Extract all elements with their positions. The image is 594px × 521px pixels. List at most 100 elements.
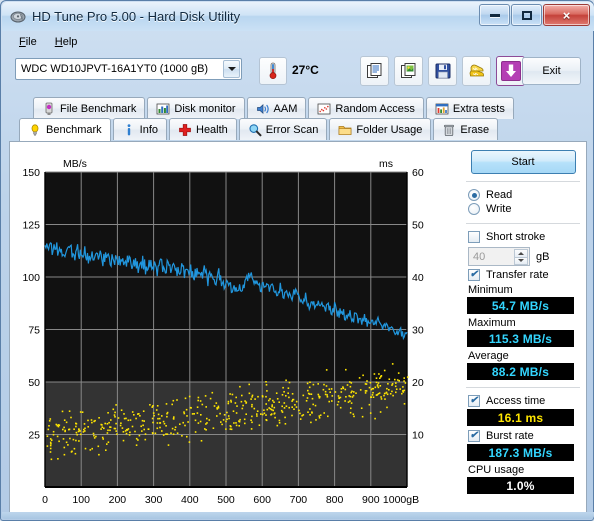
svg-text:30: 30 [412, 325, 424, 337]
radio-read[interactable]: Read [462, 188, 584, 202]
svg-text:100: 100 [22, 272, 40, 284]
menu-help[interactable]: Help [46, 34, 87, 50]
thermometer-icon [265, 62, 281, 80]
access-time-checkbox[interactable]: ✔ [468, 395, 480, 407]
access-time-label: Access time [486, 395, 545, 407]
tab-error-scan[interactable]: Error Scan [239, 118, 328, 140]
svg-text:700: 700 [290, 494, 308, 506]
average-label: Average [462, 350, 584, 362]
transfer-rate-label: Transfer rate [486, 269, 549, 281]
title-bar: HD Tune Pro 5.00 - Hard Disk Utility × [2, 2, 594, 31]
drive-select-value: WDC WD10JPVT-16A1YT0 (1000 gB) [16, 63, 208, 75]
tab-erase[interactable]: Erase [433, 118, 498, 140]
checkbox-burst-rate[interactable]: ✔ Burst rate [462, 429, 584, 443]
minimize-icon [490, 14, 500, 17]
tab-health[interactable]: Health [169, 118, 237, 140]
copy-image-button[interactable] [394, 56, 423, 86]
tab-disk-monitor[interactable]: Disk monitor [147, 97, 244, 119]
download-button[interactable] [496, 56, 525, 86]
short-stroke-size-row: 40 gB [462, 244, 584, 268]
speaker-icon [256, 102, 270, 116]
lightbulb-icon [28, 123, 42, 137]
radio-read-label: Read [486, 189, 512, 201]
svg-text:75: 75 [28, 325, 40, 337]
tab-row-upper: File Benchmark Disk monitor [33, 97, 516, 119]
burst-rate-checkbox[interactable]: ✔ [468, 430, 480, 442]
benchmark-panel: MB/sms2550751001251501020304050600100200… [9, 141, 587, 513]
trash-icon [442, 123, 456, 137]
svg-text:40: 40 [412, 272, 424, 284]
short-stroke-checkbox[interactable]: ✔ [468, 231, 480, 243]
tab-aam[interactable]: AAM [247, 97, 307, 119]
tab-extra-tests[interactable]: Extra tests [426, 97, 514, 119]
tab-label: Random Access [335, 103, 414, 115]
svg-text:600: 600 [253, 494, 271, 506]
benchmark-sidebar: Start Read Write ✔ Short stroke 40 [462, 146, 584, 497]
minimum-label: Minimum [462, 284, 584, 296]
svg-text:500: 500 [217, 494, 235, 506]
magnifier-icon [248, 123, 262, 137]
maximize-button[interactable] [511, 4, 542, 26]
floppy-save-icon [434, 62, 452, 80]
tools-button[interactable] [462, 56, 491, 86]
close-button[interactable]: × [543, 4, 590, 26]
short-stroke-input[interactable]: 40 [468, 247, 530, 266]
svg-text:900: 900 [362, 494, 380, 506]
extra-tests-icon [435, 102, 449, 116]
radio-read-indicator[interactable] [468, 189, 480, 201]
short-stroke-label: Short stroke [486, 231, 545, 243]
checkbox-short-stroke[interactable]: ✔ Short stroke [462, 230, 584, 244]
exit-button[interactable]: Exit [522, 57, 581, 85]
menu-bar: FFileile Help [2, 31, 594, 52]
short-stroke-unit: gB [536, 251, 549, 263]
tab-random-access[interactable]: Random Access [308, 97, 423, 119]
toolbar: WDC WD10JPVT-16A1YT0 (1000 gB) 27°C [2, 52, 594, 95]
copy-text-button[interactable] [360, 56, 389, 86]
status-bar [2, 512, 594, 519]
tab-strip: File Benchmark Disk monitor [9, 97, 587, 141]
minimize-button[interactable] [479, 4, 510, 26]
tab-file-benchmark[interactable]: File Benchmark [33, 97, 145, 119]
radio-write-indicator[interactable] [468, 203, 480, 215]
shoes-icon [468, 62, 486, 80]
tab-benchmark[interactable]: Benchmark [19, 118, 111, 141]
tab-label: AAM [274, 103, 298, 115]
checkbox-access-time[interactable]: ✔ Access time [462, 394, 584, 408]
access-time-value: 16.1 ms [467, 409, 574, 426]
checkbox-transfer-rate[interactable]: ✔ Transfer rate [462, 268, 584, 282]
tab-row-lower: Benchmark Info Health [19, 118, 500, 140]
temperature-button[interactable] [259, 57, 287, 85]
copy-image-icon [400, 62, 418, 80]
toolbar-buttons [360, 56, 525, 86]
svg-text:10: 10 [412, 430, 424, 442]
svg-text:400: 400 [181, 494, 199, 506]
close-icon: × [563, 9, 571, 22]
file-benchmark-icon [42, 102, 56, 116]
radio-write[interactable]: Write [462, 202, 584, 216]
spinner-buttons[interactable] [514, 249, 528, 264]
divider [466, 387, 580, 388]
minimum-value: 54.7 MB/s [467, 297, 574, 314]
spinner-down-icon[interactable] [514, 257, 528, 266]
tab-folder-usage[interactable]: Folder Usage [329, 118, 431, 140]
svg-text:800: 800 [326, 494, 344, 506]
cpu-usage-value: 1.0% [467, 477, 574, 494]
start-button[interactable]: Start [471, 150, 576, 174]
drive-select[interactable]: WDC WD10JPVT-16A1YT0 (1000 gB) [15, 58, 242, 80]
svg-text:100: 100 [72, 494, 90, 506]
chevron-down-icon[interactable] [223, 60, 240, 78]
maximum-value: 115.3 MB/s [467, 330, 574, 347]
down-arrow-icon [501, 61, 521, 81]
tab-info[interactable]: Info [113, 118, 167, 140]
svg-text:50: 50 [28, 377, 40, 389]
tab-label: Info [140, 124, 158, 136]
divider [466, 181, 580, 182]
burst-rate-value: 187.3 MB/s [467, 444, 574, 461]
cpu-usage-label: CPU usage [462, 464, 584, 476]
tab-label: Disk monitor [174, 103, 235, 115]
divider [466, 223, 580, 224]
menu-file[interactable]: FFileile [10, 34, 46, 50]
transfer-rate-checkbox[interactable]: ✔ [468, 269, 480, 281]
save-button[interactable] [428, 56, 457, 86]
tab-label: Benchmark [46, 124, 102, 136]
